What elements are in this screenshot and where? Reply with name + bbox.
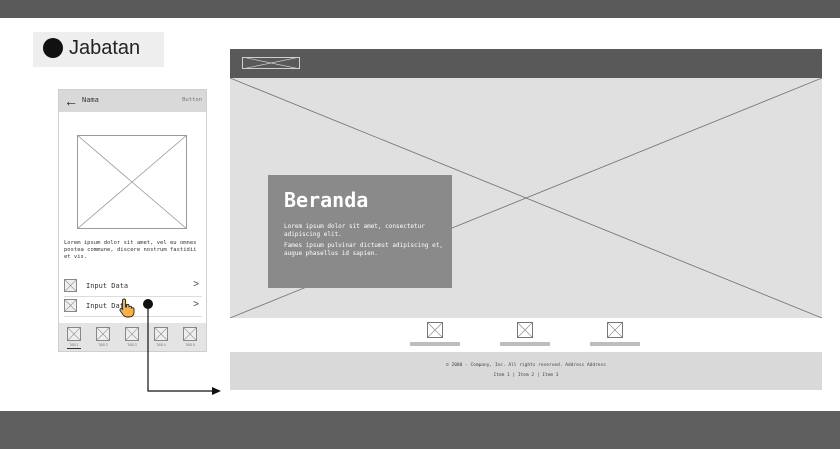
hero-paragraph: Fames ipsum pulvinar dictumst adipiscing…	[284, 242, 443, 257]
hero-section: Beranda Lorem ipsum dolor sit amet, cons…	[230, 78, 822, 318]
bottom-bar	[0, 411, 840, 449]
hero-title: Beranda	[284, 188, 369, 212]
tab-label: TAB 5	[185, 343, 195, 347]
hand-pointer-icon	[119, 298, 135, 318]
list-item-label: Input Data	[86, 282, 129, 290]
web-navbar	[230, 49, 822, 78]
web-footer: © 2000 - Company, Inc. All rights reserv…	[230, 352, 822, 390]
link-origin-dot	[143, 299, 153, 309]
list-item-input-data[interactable]: Input Data >	[64, 276, 202, 296]
image-placeholder-icon[interactable]	[96, 327, 110, 341]
active-tab-indicator	[67, 348, 81, 349]
tab-label: TAB 1	[69, 343, 79, 347]
mobile-header: ← Nama Button	[59, 90, 206, 112]
chevron-right-icon: >	[193, 279, 199, 290]
bullet-dot	[43, 38, 63, 58]
mobile-header-button[interactable]: Button	[182, 97, 202, 103]
footer-copyright: © 2000 - Company, Inc. All rights reserv…	[446, 363, 606, 368]
image-placeholder-icon	[64, 279, 77, 292]
mobile-tab-bar: TAB 1 TAB 2 TAB 3 TAB 4 TAB 5	[59, 323, 206, 351]
image-placeholder-icon	[64, 299, 77, 312]
feature-caption-bar	[500, 342, 550, 346]
image-placeholder-icon[interactable]	[125, 327, 139, 341]
hero-text-box: Beranda Lorem ipsum dolor sit amet, cons…	[268, 175, 452, 288]
section-label-text: Jabatan	[69, 37, 141, 59]
features-row	[230, 318, 822, 352]
hero-paragraph: Lorem ipsum dolor sit amet, consectetur …	[284, 223, 425, 238]
logo-placeholder-icon[interactable]	[242, 57, 300, 69]
arrow-left-icon[interactable]: ←	[64, 92, 78, 110]
image-placeholder-icon[interactable]	[67, 327, 81, 341]
feature-caption-bar	[590, 342, 640, 346]
feature-caption-bar	[410, 342, 460, 346]
image-placeholder-icon	[427, 322, 443, 338]
image-placeholder-icon[interactable]	[183, 327, 197, 341]
tab-label: TAB 2	[98, 343, 108, 347]
web-page-frame: Beranda Lorem ipsum dolor sit amet, cons…	[230, 49, 822, 390]
image-placeholder-icon[interactable]	[154, 327, 168, 341]
mobile-title: Nama	[82, 96, 99, 104]
image-placeholder-icon	[607, 322, 623, 338]
tab-label: TAB 4	[156, 343, 166, 347]
chevron-right-icon: >	[193, 299, 199, 310]
top-bar	[0, 0, 840, 18]
tab-label: TAB 3	[127, 343, 137, 347]
footer-links[interactable]: Item 1 | Item 2 | Item 3	[230, 373, 822, 378]
mobile-description: Lorem ipsum dolor sit amet, vel eu omnes…	[64, 240, 197, 260]
image-placeholder-icon	[517, 322, 533, 338]
image-placeholder-icon	[77, 135, 187, 229]
